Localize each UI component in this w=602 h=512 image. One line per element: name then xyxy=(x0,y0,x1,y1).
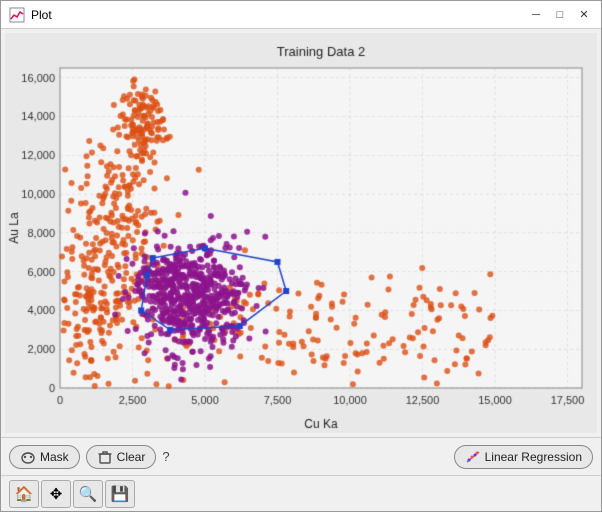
app-icon xyxy=(9,7,25,23)
help-text: ? xyxy=(162,449,169,464)
plot-toolbar: 🏠 ✥ 🔍 💾 xyxy=(1,475,601,511)
bottom-toolbar: Mask Clear ? Linear Regression xyxy=(1,437,601,475)
mask-label: Mask xyxy=(40,450,69,464)
zoom-icon: 🔍 xyxy=(79,485,98,503)
main-window: Plot ─ □ ✕ Mask Clear xyxy=(0,0,602,512)
linear-regression-label: Linear Regression xyxy=(485,450,582,464)
window-controls: ─ □ ✕ xyxy=(527,6,593,24)
save-button[interactable]: 💾 xyxy=(105,480,135,508)
minimize-button[interactable]: ─ xyxy=(527,6,545,24)
close-button[interactable]: ✕ xyxy=(575,6,593,24)
scatter-plot[interactable] xyxy=(5,33,597,433)
clear-icon xyxy=(97,449,113,465)
home-icon: 🏠 xyxy=(15,485,34,503)
clear-button[interactable]: Clear xyxy=(86,445,157,469)
linear-regression-icon xyxy=(465,449,481,465)
title-bar: Plot ─ □ ✕ xyxy=(1,1,601,29)
move-button[interactable]: ✥ xyxy=(41,480,71,508)
mask-icon xyxy=(20,449,36,465)
home-button[interactable]: 🏠 xyxy=(9,480,39,508)
maximize-button[interactable]: □ xyxy=(551,6,569,24)
plot-area[interactable] xyxy=(5,33,597,433)
window-title: Plot xyxy=(31,8,527,22)
move-icon: ✥ xyxy=(50,485,63,503)
mask-button[interactable]: Mask xyxy=(9,445,80,469)
clear-label: Clear xyxy=(117,450,146,464)
save-icon: 💾 xyxy=(111,485,130,503)
zoom-button[interactable]: 🔍 xyxy=(73,480,103,508)
linear-regression-button[interactable]: Linear Regression xyxy=(454,445,593,469)
